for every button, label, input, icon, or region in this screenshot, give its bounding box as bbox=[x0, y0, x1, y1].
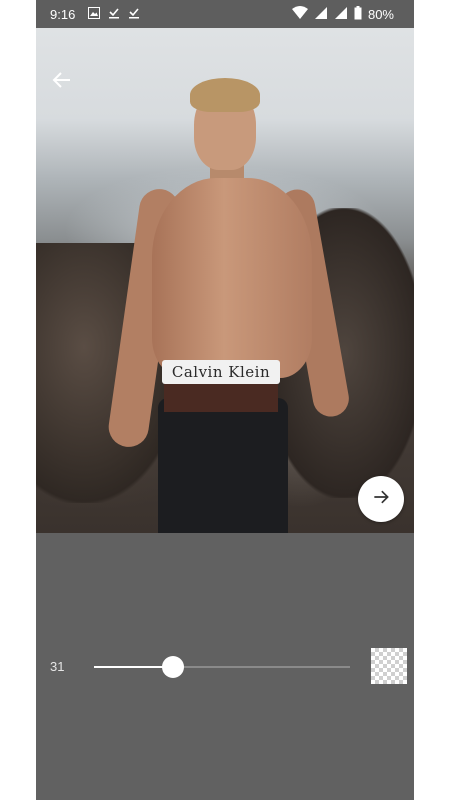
status-notification-icons bbox=[88, 7, 140, 22]
battery-icon bbox=[354, 6, 362, 23]
subject-jeans bbox=[158, 398, 288, 533]
subject-hair bbox=[190, 78, 260, 112]
transparent-background-toggle[interactable] bbox=[371, 648, 407, 684]
arrow-forward-icon bbox=[371, 487, 391, 512]
check-download-icon bbox=[128, 7, 140, 22]
photo-preview: Calvin Klein bbox=[36, 28, 414, 533]
signal-icon bbox=[314, 6, 328, 23]
check-download-icon bbox=[108, 7, 120, 22]
subject-torso bbox=[152, 178, 312, 378]
waistband-logo: Calvin Klein bbox=[162, 360, 280, 384]
app-frame: 9:16 80% Calvin Klein 31 bbox=[36, 0, 414, 800]
battery-percentage: 80% bbox=[367, 7, 394, 22]
slider-thumb[interactable] bbox=[162, 656, 185, 678]
next-button[interactable] bbox=[358, 476, 404, 522]
status-time: 9:16 bbox=[50, 7, 76, 22]
status-system-icons: 80% bbox=[291, 6, 394, 23]
arrow-back-icon bbox=[50, 72, 74, 96]
wifi-icon bbox=[291, 6, 308, 23]
subject-person: Calvin Klein bbox=[106, 78, 352, 533]
image-icon bbox=[88, 7, 100, 22]
signal-icon bbox=[334, 6, 348, 23]
control-panel: 31 bbox=[36, 533, 414, 800]
blur-value-label: 31 bbox=[50, 659, 65, 674]
status-bar: 9:16 80% bbox=[36, 0, 414, 28]
back-button[interactable] bbox=[50, 68, 74, 92]
blur-slider[interactable] bbox=[94, 655, 350, 679]
subject-briefs bbox=[164, 382, 278, 412]
